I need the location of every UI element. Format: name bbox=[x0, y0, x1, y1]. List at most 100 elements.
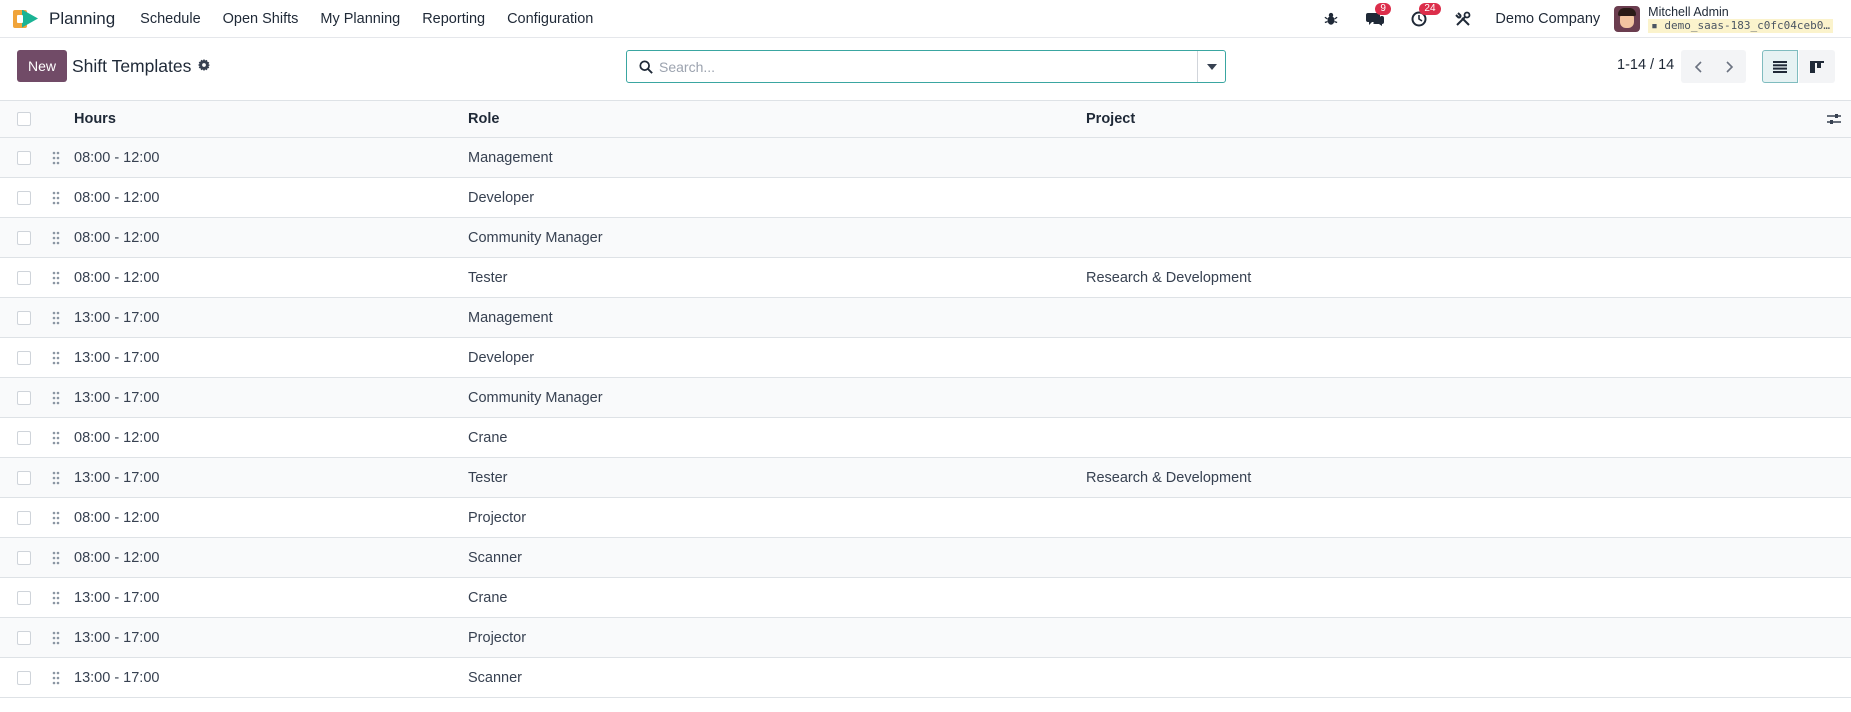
cell-role[interactable]: Crane bbox=[468, 590, 508, 606]
company-switcher[interactable]: Demo Company bbox=[1495, 11, 1600, 27]
column-header-role[interactable]: Role bbox=[468, 111, 499, 127]
cell-role[interactable]: Community Manager bbox=[468, 390, 603, 406]
table-row[interactable]: 08:00 - 12:00 Projector bbox=[0, 498, 1851, 538]
table-row[interactable]: 08:00 - 12:00 Developer bbox=[0, 178, 1851, 218]
cell-role[interactable]: Community Manager bbox=[468, 230, 603, 246]
row-checkbox[interactable] bbox=[17, 190, 31, 205]
row-checkbox[interactable] bbox=[17, 270, 31, 285]
row-checkbox[interactable] bbox=[17, 230, 31, 245]
gear-icon[interactable] bbox=[198, 58, 210, 75]
cell-hours[interactable]: 13:00 - 17:00 bbox=[74, 350, 159, 366]
cell-hours[interactable]: 13:00 - 17:00 bbox=[74, 470, 159, 486]
drag-handle-icon[interactable] bbox=[52, 551, 60, 565]
drag-handle-icon[interactable] bbox=[52, 311, 60, 325]
column-header-project[interactable]: Project bbox=[1086, 111, 1135, 127]
drag-handle-icon[interactable] bbox=[52, 391, 60, 405]
cell-hours[interactable]: 08:00 - 12:00 bbox=[74, 510, 159, 526]
tools-icon[interactable] bbox=[1451, 7, 1475, 31]
table-row[interactable]: 13:00 - 17:00 Developer bbox=[0, 338, 1851, 378]
cell-hours[interactable]: 08:00 - 12:00 bbox=[74, 270, 159, 286]
cell-role[interactable]: Projector bbox=[468, 630, 526, 646]
drag-handle-icon[interactable] bbox=[52, 471, 60, 485]
drag-handle-icon[interactable] bbox=[52, 631, 60, 645]
cell-project[interactable]: Research & Development bbox=[1086, 270, 1251, 286]
row-checkbox[interactable] bbox=[17, 310, 31, 325]
cell-hours[interactable]: 08:00 - 12:00 bbox=[74, 190, 159, 206]
row-checkbox[interactable] bbox=[17, 150, 31, 165]
drag-handle-icon[interactable] bbox=[52, 431, 60, 445]
drag-handle-icon[interactable] bbox=[52, 231, 60, 245]
row-checkbox[interactable] bbox=[17, 590, 31, 605]
avatar[interactable] bbox=[1614, 6, 1641, 32]
cell-hours[interactable]: 13:00 - 17:00 bbox=[74, 670, 159, 686]
cell-hours[interactable]: 13:00 - 17:00 bbox=[74, 630, 159, 646]
column-header-hours[interactable]: Hours bbox=[74, 111, 116, 127]
drag-handle-icon[interactable] bbox=[52, 271, 60, 285]
drag-handle-icon[interactable] bbox=[52, 591, 60, 605]
drag-handle-icon[interactable] bbox=[52, 191, 60, 205]
table-row[interactable]: 13:00 - 17:00 Community Manager bbox=[0, 378, 1851, 418]
drag-handle-icon[interactable] bbox=[52, 671, 60, 685]
drag-handle-icon[interactable] bbox=[52, 151, 60, 165]
kanban-view-button[interactable] bbox=[1799, 50, 1835, 83]
clock-icon[interactable]: 24 bbox=[1407, 3, 1441, 31]
cell-hours[interactable]: 13:00 - 17:00 bbox=[74, 310, 159, 326]
table-row[interactable]: 13:00 - 17:00 Projector bbox=[0, 618, 1851, 658]
list-view-button[interactable] bbox=[1762, 50, 1798, 83]
table-row[interactable]: 13:00 - 17:00 Tester Research & Developmen… bbox=[0, 458, 1851, 498]
cell-hours[interactable]: 13:00 - 17:00 bbox=[74, 390, 159, 406]
user-menu[interactable]: Mitchell Admin ▪ demo_saas-183_c0fc04ceb… bbox=[1648, 5, 1833, 33]
new-button[interactable]: New bbox=[17, 50, 67, 82]
cell-role[interactable]: Developer bbox=[468, 190, 534, 206]
chat-icon[interactable]: 9 bbox=[1363, 3, 1391, 31]
cell-role[interactable]: Tester bbox=[468, 270, 508, 286]
menu-my-planning[interactable]: My Planning bbox=[309, 11, 411, 27]
cell-role[interactable]: Management bbox=[468, 150, 553, 166]
row-checkbox[interactable] bbox=[17, 630, 31, 645]
bug-icon[interactable] bbox=[1319, 7, 1343, 31]
planning-app-icon[interactable] bbox=[13, 8, 41, 30]
cell-hours[interactable]: 08:00 - 12:00 bbox=[74, 230, 159, 246]
pager-previous-button[interactable] bbox=[1681, 50, 1714, 83]
page-title[interactable]: Shift Templates bbox=[72, 56, 191, 77]
app-name[interactable]: Planning bbox=[49, 9, 115, 29]
table-row[interactable]: 08:00 - 12:00 Scanner bbox=[0, 538, 1851, 578]
table-row[interactable]: 13:00 - 17:00 Management bbox=[0, 298, 1851, 338]
cell-role[interactable]: Projector bbox=[468, 510, 526, 526]
row-checkbox[interactable] bbox=[17, 350, 31, 365]
optional-columns-icon[interactable] bbox=[1827, 113, 1841, 125]
menu-open-shifts[interactable]: Open Shifts bbox=[212, 11, 310, 27]
drag-handle-icon[interactable] bbox=[52, 351, 60, 365]
row-checkbox[interactable] bbox=[17, 430, 31, 445]
pager-value[interactable]: 1-14 / 14 bbox=[1617, 57, 1674, 73]
table-row[interactable]: 13:00 - 17:00 Crane bbox=[0, 578, 1851, 618]
cell-role[interactable]: Tester bbox=[468, 470, 508, 486]
cell-role[interactable]: Management bbox=[468, 310, 553, 326]
table-row[interactable]: 08:00 - 12:00 Management bbox=[0, 138, 1851, 178]
cell-role[interactable]: Scanner bbox=[468, 550, 522, 566]
cell-role[interactable]: Scanner bbox=[468, 670, 522, 686]
row-checkbox[interactable] bbox=[17, 550, 31, 565]
table-row[interactable]: 13:00 - 17:00 Scanner bbox=[0, 658, 1851, 698]
row-checkbox[interactable] bbox=[17, 670, 31, 685]
menu-schedule[interactable]: Schedule bbox=[129, 11, 211, 27]
table-row[interactable]: 08:00 - 12:00 Community Manager bbox=[0, 218, 1851, 258]
table-row[interactable]: 08:00 - 12:00 Crane bbox=[0, 418, 1851, 458]
search-options-toggle[interactable] bbox=[1197, 51, 1225, 82]
search-input[interactable] bbox=[659, 58, 1197, 75]
cell-hours[interactable]: 08:00 - 12:00 bbox=[74, 150, 159, 166]
cell-hours[interactable]: 08:00 - 12:00 bbox=[74, 550, 159, 566]
menu-reporting[interactable]: Reporting bbox=[411, 11, 496, 27]
menu-configuration[interactable]: Configuration bbox=[496, 11, 604, 27]
pager-next-button[interactable] bbox=[1713, 50, 1746, 83]
drag-handle-icon[interactable] bbox=[52, 511, 60, 525]
cell-hours[interactable]: 08:00 - 12:00 bbox=[74, 430, 159, 446]
row-checkbox[interactable] bbox=[17, 390, 31, 405]
table-row[interactable]: 08:00 - 12:00 Tester Research & Developmen… bbox=[0, 258, 1851, 298]
row-checkbox[interactable] bbox=[17, 470, 31, 485]
select-all-checkbox[interactable] bbox=[17, 112, 31, 126]
cell-role[interactable]: Crane bbox=[468, 430, 508, 446]
cell-hours[interactable]: 13:00 - 17:00 bbox=[74, 590, 159, 606]
cell-project[interactable]: Research & Development bbox=[1086, 470, 1251, 486]
row-checkbox[interactable] bbox=[17, 510, 31, 525]
